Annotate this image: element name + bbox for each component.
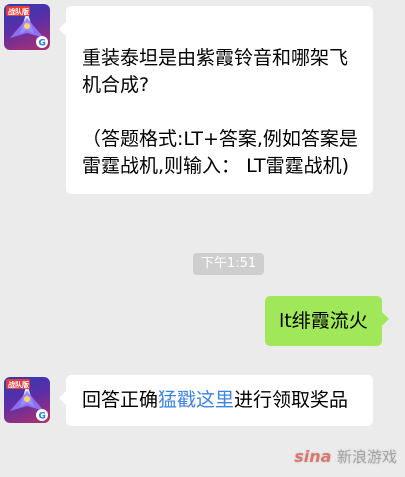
- avatar-badge: 战队版: [8, 7, 29, 16]
- svg-text:G: G: [39, 412, 46, 422]
- message-text: lt绯霞流火: [279, 310, 368, 332]
- watermark: sina 新浪游戏: [294, 446, 397, 467]
- result-prefix: 回答正确: [82, 389, 159, 411]
- timestamp: 下午1:51: [193, 253, 265, 275]
- message-text: 重装泰坦是由紫霞铃音和哪架飞机合成? （答题格式:LT+答案,例如答案是雷霆战机…: [82, 47, 358, 177]
- bot-message-question[interactable]: 重装泰坦是由紫霞铃音和哪架飞机合成? （答题格式:LT+答案,例如答案是雷霆战机…: [59, 6, 373, 194]
- watermark-text: 新浪游戏: [336, 448, 397, 466]
- user-message-answer[interactable]: lt绯霞流火: [265, 296, 389, 346]
- game-logo-icon: 战队版 G: [6, 379, 48, 422]
- bot-avatar[interactable]: 战队版 G: [4, 4, 50, 50]
- bot-message-result[interactable]: 回答正确猛戳这里进行领取奖品: [59, 375, 373, 426]
- watermark-brand: sina: [294, 447, 332, 466]
- claim-prize-link[interactable]: 猛戳这里: [158, 389, 234, 411]
- svg-text:G: G: [39, 39, 46, 49]
- game-logo-icon: 战队版 G: [6, 6, 48, 49]
- avatar-badge: 战队版: [8, 380, 29, 389]
- result-suffix: 进行领取奖品: [234, 389, 349, 411]
- bot-avatar[interactable]: 战队版 G: [4, 377, 50, 423]
